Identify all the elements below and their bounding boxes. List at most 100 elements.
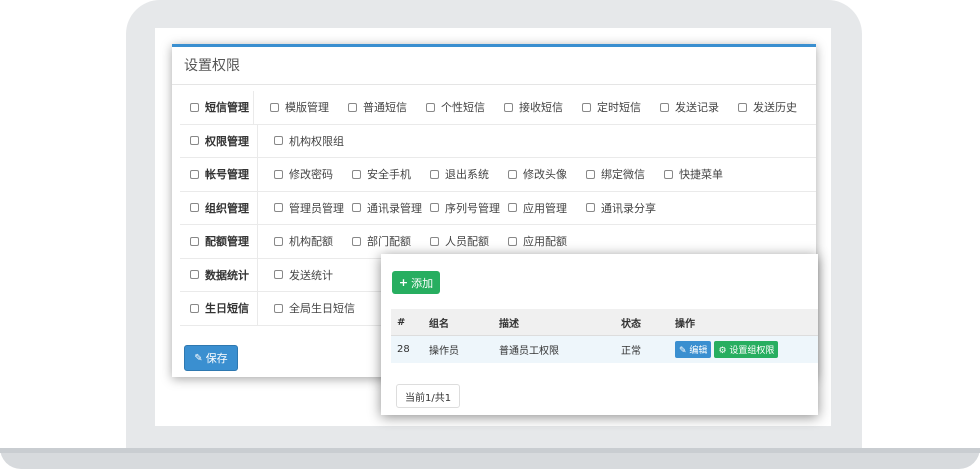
cell-desc: 普通员工权限: [499, 346, 559, 357]
permission-checkbox[interactable]: [508, 203, 517, 213]
permission-label: 绑定微信: [601, 168, 645, 182]
permission-checkbox[interactable]: [430, 236, 439, 246]
permission-item[interactable]: 退出系统: [430, 166, 508, 182]
permission-checkbox[interactable]: [274, 236, 283, 246]
permission-checkbox[interactable]: [274, 169, 283, 179]
permission-item[interactable]: 全局生日短信: [274, 300, 355, 316]
plus-icon: +: [398, 276, 409, 289]
permission-item[interactable]: 应用配额: [508, 233, 586, 249]
save-button[interactable]: ✎ 保存: [184, 345, 238, 371]
category-checkbox[interactable]: [190, 236, 199, 246]
category-checkbox[interactable]: [190, 169, 199, 179]
permission-item[interactable]: 人员配额: [430, 233, 508, 249]
col-header-id: #: [397, 316, 406, 328]
permission-checkbox[interactable]: [274, 136, 283, 146]
permission-checkbox[interactable]: [352, 203, 361, 213]
pagination[interactable]: 当前1/共1: [396, 384, 461, 408]
permission-checkbox[interactable]: [582, 102, 591, 112]
category-checkbox[interactable]: [190, 102, 199, 112]
permission-category[interactable]: 组织管理: [180, 191, 258, 224]
permission-item[interactable]: 发送记录: [660, 99, 738, 115]
permission-label: 全局生日短信: [289, 302, 355, 316]
permission-item[interactable]: 应用管理: [508, 200, 586, 216]
permission-checkbox[interactable]: [586, 203, 595, 213]
permission-category[interactable]: 权限管理: [180, 124, 258, 157]
edit-icon: ✎: [194, 352, 203, 364]
table-row: 28 操作员 普通员工权限 正常 ✎ 编辑 ⚙ 设置组权限: [391, 336, 818, 363]
category-checkbox[interactable]: [190, 203, 199, 213]
permission-checkbox[interactable]: [348, 102, 357, 112]
permission-checkbox[interactable]: [352, 169, 361, 179]
permission-checkbox[interactable]: [270, 102, 279, 112]
permission-item[interactable]: 发送历史: [738, 99, 816, 115]
permission-items: 机构权限组: [258, 133, 352, 149]
table-header: # 组名 描述 状态 操作: [391, 309, 818, 336]
permission-label: 应用管理: [523, 201, 567, 215]
permission-item[interactable]: 修改密码: [274, 166, 352, 182]
permission-items: 机构配额 部门配额 人员配额 应用配额: [258, 233, 586, 249]
permission-label: 通讯录分享: [601, 201, 656, 215]
category-checkbox[interactable]: [190, 136, 199, 146]
permission-checkbox[interactable]: [664, 169, 673, 179]
permission-checkbox[interactable]: [274, 303, 283, 313]
permission-item[interactable]: 修改头像: [508, 166, 586, 182]
save-button-label: 保存: [205, 352, 228, 365]
permission-item[interactable]: 管理员管理: [274, 200, 352, 216]
permission-label: 发送记录: [675, 101, 719, 115]
category-label: 组织管理: [205, 201, 249, 215]
permission-item[interactable]: 部门配额: [352, 233, 430, 249]
permission-row: 权限管理 机构权限组: [180, 124, 816, 158]
category-label: 数据统计: [205, 268, 249, 282]
permission-item[interactable]: 绑定微信: [586, 166, 664, 182]
gear-icon: ⚙: [718, 346, 727, 356]
permission-label: 序列号管理: [445, 201, 500, 215]
add-button[interactable]: + 添加: [392, 271, 440, 294]
permission-item[interactable]: 通讯录管理: [352, 200, 430, 216]
set-permissions-label: 设置组权限: [729, 346, 775, 356]
permission-item[interactable]: 通讯录分享: [586, 200, 664, 216]
permission-checkbox[interactable]: [586, 169, 595, 179]
permission-label: 应用配额: [523, 235, 567, 249]
permission-item[interactable]: 机构权限组: [274, 133, 352, 149]
permission-checkbox[interactable]: [426, 102, 435, 112]
permission-label: 机构权限组: [289, 134, 344, 148]
add-button-label: 添加: [411, 276, 434, 290]
permission-item[interactable]: 接收短信: [504, 99, 582, 115]
permission-category[interactable]: 生日短信: [180, 292, 258, 325]
permission-item[interactable]: 快捷菜单: [664, 166, 742, 182]
permission-item[interactable]: 普通短信: [348, 99, 426, 115]
permission-item[interactable]: 发送统计: [274, 267, 352, 283]
laptop-base: [0, 448, 980, 469]
permission-item[interactable]: 机构配额: [274, 233, 352, 249]
cell-actions: ✎ 编辑 ⚙ 设置组权限: [675, 341, 818, 358]
permission-category[interactable]: 数据统计: [180, 258, 258, 291]
permission-checkbox[interactable]: [508, 236, 517, 246]
permission-row: 帐号管理 修改密码 安全手机 退出系统 修改头像 绑定微信 快捷菜单: [180, 158, 816, 192]
col-header-name: 组名: [429, 318, 449, 330]
permission-label: 发送统计: [289, 268, 333, 282]
permission-checkbox[interactable]: [508, 169, 517, 179]
permission-category[interactable]: 配额管理: [180, 225, 258, 258]
permission-item[interactable]: 定时短信: [582, 99, 660, 115]
permission-checkbox[interactable]: [274, 203, 283, 213]
groups-panel: + 添加 # 组名 描述 状态 操作 28 操作员 普通员工权限 正常 ✎ 编辑…: [381, 254, 818, 415]
permission-checkbox[interactable]: [430, 203, 439, 213]
permission-checkbox[interactable]: [738, 102, 747, 112]
cell-status: 正常: [621, 346, 641, 357]
permission-item[interactable]: 个性短信: [426, 99, 504, 115]
permission-item[interactable]: 序列号管理: [430, 200, 508, 216]
permission-checkbox[interactable]: [430, 169, 439, 179]
category-checkbox[interactable]: [190, 270, 199, 280]
edit-button[interactable]: ✎ 编辑: [675, 341, 712, 358]
permission-checkbox[interactable]: [352, 236, 361, 246]
permission-category[interactable]: 帐号管理: [180, 158, 258, 191]
permission-checkbox[interactable]: [504, 102, 513, 112]
set-group-permissions-button[interactable]: ⚙ 设置组权限: [714, 341, 779, 358]
permission-item[interactable]: 模版管理: [270, 99, 348, 115]
permission-checkbox[interactable]: [274, 270, 283, 280]
permission-category[interactable]: 短信管理: [180, 91, 254, 124]
permission-checkbox[interactable]: [660, 102, 669, 112]
permission-item[interactable]: 安全手机: [352, 166, 430, 182]
category-checkbox[interactable]: [190, 303, 199, 313]
permission-label: 快捷菜单: [679, 168, 723, 182]
